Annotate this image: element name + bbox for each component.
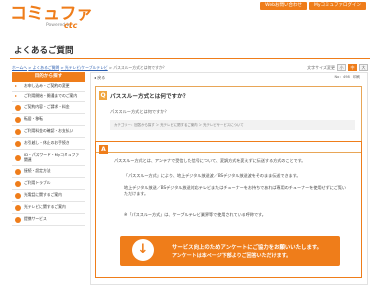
toolbar: No：498 印刷	[334, 75, 360, 80]
breadcrumb-current: > パススルー方式とは何ですか？	[108, 65, 167, 70]
answer-paragraph: パススルー方式とは、アンテナで受信した信号について、変調方式を変えずに伝送する方…	[114, 158, 306, 163]
sidebar-item-label: 接続・設定方法	[24, 168, 51, 174]
commufa-logo[interactable]: コミュファ	[10, 6, 93, 23]
sidebar-item-label: ご利用開始・開通までのご案内	[24, 93, 78, 99]
banner-line1: サービス向上のためアンケートにご協力をお願いいたします。	[172, 245, 323, 251]
sidebar-item-label: 光電話に関するご案内	[24, 192, 62, 198]
down-arrow-icon: ↓	[137, 242, 149, 257]
back-link[interactable]: ◂ 戻る	[94, 75, 105, 81]
bullet-icon	[15, 154, 21, 161]
answer-paragraph: 「パススルー方式」により、地上デジタル放送波／BSデジタル放送波をそのまま伝送で…	[124, 173, 301, 178]
font-size-control: 文字サイズ変更 小 中 大	[307, 64, 368, 71]
bullet-icon	[15, 128, 21, 135]
sidebar-item[interactable]: 光電話に関するご案内	[12, 190, 85, 202]
title-rule	[10, 58, 370, 59]
sidebar-heading: 目的から探す	[12, 72, 85, 82]
bullet-icon	[15, 116, 21, 123]
sidebar-item-label: 提携サービス	[24, 216, 47, 222]
page-title: よくあるご質問	[14, 46, 74, 56]
web-inquiry-button[interactable]: Webお問い合わせ	[260, 2, 307, 10]
font-size-small-button[interactable]: 小	[337, 64, 346, 71]
font-size-label: 文字サイズ変更	[307, 64, 335, 70]
question-title: パススルー方式とは何ですか？	[110, 94, 189, 100]
bullet-icon	[15, 192, 21, 199]
sidebar-item[interactable]: 接続・設定方法	[12, 166, 85, 178]
bullet-icon	[15, 216, 21, 223]
sidebar-item-label: ご利用トラブル	[24, 180, 51, 186]
banner-line2: アンケートは本ページ下部よりご回答いただけます。	[172, 253, 292, 259]
sidebar-item[interactable]: ご契約内容・ご請求・料金	[12, 102, 85, 114]
main-content: ◂ 戻る No：498 印刷 Q パススルー方式とは何ですか？ パススルー方式と…	[90, 72, 368, 285]
my-commufa-login-button[interactable]: Myコミュファログイン	[308, 2, 366, 10]
breadcrumb: ホームへ > よくあるご質問 > 光テレビ/ケーブルテレビ > パススルー方式と…	[12, 65, 166, 71]
question-badge: Q	[99, 91, 107, 100]
sidebar-item[interactable]: 転居・移転	[12, 114, 85, 126]
sidebar-item[interactable]: ご利用トラブル	[12, 178, 85, 190]
sidebar-item-label: 転居・移転	[24, 116, 43, 122]
arrow-icon: ▸	[15, 83, 18, 89]
sidebar: 目的から探す ▸ お申し込み・ご契約の変更 ▸ ご利用開始・開通までのご案内 ご契約…	[12, 72, 85, 226]
sidebar-item[interactable]: お引越し・休止のお手続き	[12, 138, 85, 150]
print-button[interactable]: 印刷	[353, 75, 360, 80]
answer-badge: A	[99, 145, 108, 154]
sidebar-item-label: お申し込み・ご契約の変更	[24, 83, 70, 89]
breadcrumb-home[interactable]: ホームへ	[12, 65, 27, 70]
bullet-icon	[15, 104, 21, 111]
ctc-logo: ctc	[64, 21, 78, 30]
bullet-icon	[15, 140, 21, 147]
sidebar-item-label: ID・パスワード・Myコミュファ 関連	[24, 151, 80, 162]
answer-note: ※「パススルー方式」は、ケーブルテレビ業界等で使用されている呼称です。	[124, 212, 266, 217]
arrow-icon: ▸	[15, 93, 18, 99]
sidebar-item[interactable]: ご利用料金の確認・お支払い	[12, 126, 85, 138]
breadcrumb-faq[interactable]: > よくあるご質問	[28, 65, 59, 70]
sidebar-item-label: 光テレビに関するご案内	[24, 204, 66, 210]
bullet-icon	[15, 204, 21, 211]
site-header: コミュファ Powered by ctc Webお問い合わせ Myコミュファログ…	[0, 0, 380, 34]
survey-banner[interactable]: ↓ サービス向上のためアンケートにご協力をお願いいたします。 アンケートは本ペー…	[120, 236, 340, 266]
sidebar-item[interactable]: 提携サービス	[12, 214, 85, 226]
sidebar-item-label: ご契約内容・ご請求・料金	[24, 104, 70, 110]
back-label: 戻る	[97, 75, 106, 80]
font-size-large-button[interactable]: 大	[359, 64, 368, 71]
breadcrumb-category[interactable]: > 光テレビ/ケーブルテレビ	[60, 65, 107, 70]
top-buttons: Webお問い合わせ Myコミュファログイン	[260, 2, 366, 10]
bullet-icon	[15, 168, 21, 175]
sidebar-item-label: お引越し・休止のお手続き	[24, 140, 70, 146]
question-text: パススルー方式とは何ですか？	[110, 109, 169, 114]
category-path: カテゴリー：回答から探す ＞ 光テレビに関するご案内 ＞ 光テレビサービスについ…	[110, 120, 355, 130]
sidebar-item[interactable]: ▸ ご利用開始・開通までのご案内	[12, 92, 85, 102]
answer-paragraph: 地上デジタル放送／BSデジタル放送対応テレビまたはチューナーをお持ちであれば専用…	[124, 185, 347, 196]
faq-number: No：498	[334, 75, 350, 79]
sidebar-item[interactable]: ▸ お申し込み・ご契約の変更	[12, 82, 85, 92]
font-size-medium-button[interactable]: 中	[348, 64, 357, 71]
sidebar-item[interactable]: 光テレビに関するご案内	[12, 202, 85, 214]
sidebar-item[interactable]: ID・パスワード・Myコミュファ 関連	[12, 150, 85, 166]
sidebar-item-label: ご利用料金の確認・お支払い	[24, 128, 74, 134]
bullet-icon	[15, 180, 21, 187]
